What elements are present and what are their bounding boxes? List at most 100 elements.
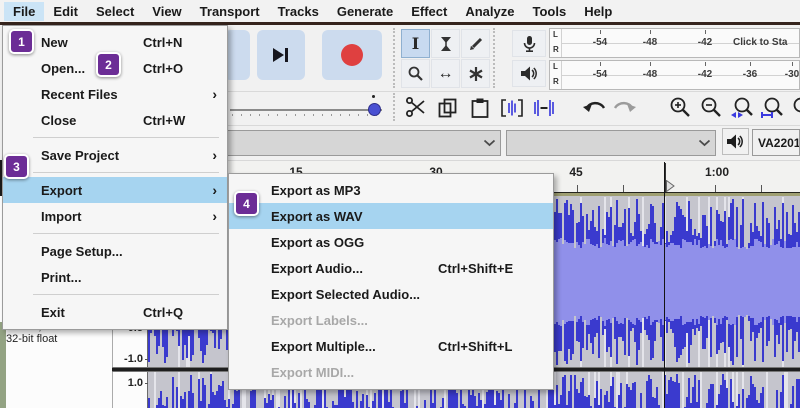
recording-meter[interactable]: L R -54 -48 -42 Click to Sta [549,28,800,58]
meter-tick [650,30,651,34]
cut-button[interactable] [402,94,430,122]
submenu-arrow-icon: › [212,208,217,224]
scale-label-1-0: 1.0 [127,377,143,389]
fit-selection-button[interactable] [728,94,756,122]
multi-tool-button[interactable] [461,59,490,88]
play-speed-slider-groove[interactable] [230,109,382,111]
export-submenu-item-export-selected-audio[interactable]: Export Selected Audio... [229,281,553,307]
submenu-arrow-icon: › [212,147,217,163]
meter-scale-label: -30 [784,69,800,80]
ruler-tick [623,185,624,192]
envelope-icon [437,35,455,53]
meter-scale-label: -54 [592,37,608,48]
meter-scale-label: -54 [592,69,608,80]
file-menu-separator [3,229,227,238]
file-menu-item-label: Open... [41,60,86,76]
fit-project-button[interactable] [758,94,786,122]
skip-to-end-button[interactable] [257,30,305,80]
meter-channel-label-r: R [553,45,559,54]
toolbar-grip[interactable] [493,28,498,88]
paste-button[interactable] [466,94,494,122]
menubar-item-file[interactable]: File [4,1,45,21]
magnifier-icon [407,65,425,83]
file-menu-item-recent-files[interactable]: Recent Files › [3,81,227,107]
zoom-in-button[interactable] [666,94,694,122]
record-meter-button[interactable] [512,30,546,57]
export-submenu: Export as MP3 Export as WAV Export as OGG E… [228,173,554,390]
undo-button[interactable] [581,94,609,122]
copy-button[interactable] [434,94,462,122]
meter-message: Click to Sta [733,37,788,48]
file-menu-item-label: Exit [41,304,65,320]
play-speed-slider-knob[interactable] [368,103,381,116]
trim-audio-button[interactable] [498,94,526,122]
file-menu-item-label: New [41,34,68,50]
ruler-label-1-00: 1:00 [704,165,730,179]
window-edge-strip [0,322,6,408]
playback-meter[interactable]: L R -54 -48 -42 -36 -30 [549,60,800,90]
pencil-icon [467,35,485,53]
playback-device-button[interactable] [722,128,749,155]
speaker-icon [520,65,539,83]
menubar-item-tracks[interactable]: Tracks [269,2,328,21]
zoom-in-icon [668,96,692,120]
redo-button[interactable] [610,94,638,122]
playback-meter-button[interactable] [512,60,546,87]
file-menu-separator [3,168,227,177]
zoom-out-button[interactable] [697,94,725,122]
meter-scale-label: -48 [642,37,658,48]
selection-tool-button[interactable]: I [401,29,430,58]
chevron-down-icon [698,139,711,147]
export-submenu-item-export-as-mp3[interactable]: Export as MP3 [229,177,553,203]
file-menu-item-save-project[interactable]: Save Project › [3,142,227,168]
playback-device-dropdown[interactable]: VA2201-H [752,129,800,156]
trim-icon [500,97,524,119]
export-submenu-item-export-as-wav[interactable]: Export as WAV [229,203,553,229]
envelope-tool-button[interactable] [431,29,460,58]
zoom-toggle-icon [791,96,800,120]
export-submenu-item-label: Export Multiple... [271,338,376,354]
fit-project-icon [760,96,784,120]
file-menu-item-export[interactable]: Export › [3,177,227,203]
menubar-item-analyze[interactable]: Analyze [456,2,523,21]
file-menu-item-exit[interactable]: Exit Ctrl+Q [3,299,227,325]
toolbar-grip[interactable] [393,28,398,88]
menubar-item-view[interactable]: View [143,2,190,21]
menubar-item-tools[interactable]: Tools [523,2,575,21]
meter-tick [705,62,706,66]
toolbar-grip[interactable] [393,93,398,121]
menubar-item-help[interactable]: Help [575,2,621,21]
draw-tool-button[interactable] [461,29,490,58]
export-submenu-item-label: Export MIDI... [271,364,355,380]
file-menu-item-import[interactable]: Import › [3,203,227,229]
zoom-toggle-button[interactable] [789,94,800,122]
menubar-item-effect[interactable]: Effect [402,2,456,21]
scale-label-1-0: -1.0 [124,353,143,365]
zoom-tool-button[interactable] [401,59,430,88]
export-submenu-item-export-audio[interactable]: Export Audio... Ctrl+Shift+E [229,255,553,281]
timeshift-tool-button[interactable]: ↔ [431,59,460,88]
export-submenu-item-export-as-ogg[interactable]: Export as OGG [229,229,553,255]
timeshift-icon: ↔ [437,64,454,82]
menubar-item-select[interactable]: Select [87,2,143,21]
submenu-arrow-icon: › [212,182,217,198]
silence-audio-button[interactable] [530,94,558,122]
menubar-item-transport[interactable]: Transport [191,2,269,21]
recording-channels-dropdown[interactable] [506,130,716,156]
export-submenu-item-label: Export as MP3 [271,182,361,198]
ruler-tick [715,185,716,192]
file-menu-item-label: Export [41,182,83,198]
export-submenu-item-export-multiple[interactable]: Export Multiple... Ctrl+Shift+L [229,333,553,359]
file-menu-item-label: Page Setup... [41,243,123,259]
file-menu-item-print[interactable]: Print... [3,264,227,290]
chevron-down-icon [483,139,496,147]
menubar-item-generate[interactable]: Generate [328,2,402,21]
menubar: File Edit Select View Transport Tracks Generat… [0,0,800,22]
playhead-cursor [664,162,665,408]
record-button[interactable] [322,30,382,80]
file-menu-item-close[interactable]: Close Ctrl+W [3,107,227,133]
file-menu-item-page-setup[interactable]: Page Setup... [3,238,227,264]
menubar-item-edit[interactable]: Edit [44,2,87,21]
microphone-icon [520,35,539,53]
undo-icon [582,98,608,118]
